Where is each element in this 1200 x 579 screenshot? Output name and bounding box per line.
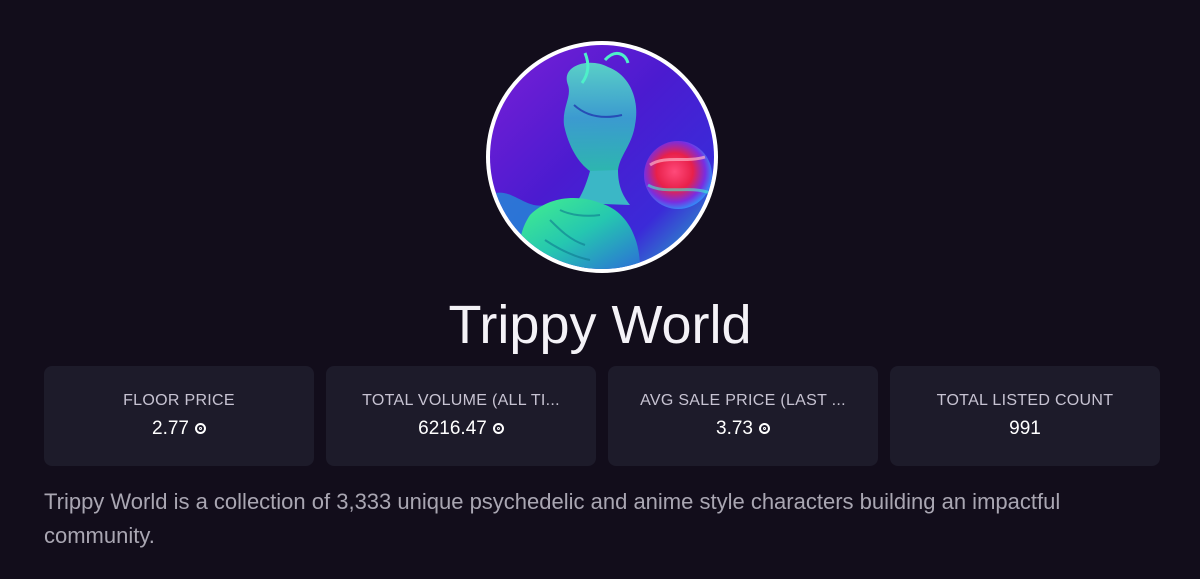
stat-card-avg-sale-price: AVG SALE PRICE (LAST ... 3.73 <box>608 366 878 466</box>
stat-value: 6216.47 <box>326 417 596 441</box>
stat-value: 991 <box>1009 418 1041 439</box>
stat-card-total-volume: TOTAL VOLUME (ALL TI... 6216.47 <box>326 366 596 466</box>
stat-label: FLOOR PRICE <box>123 392 235 409</box>
stat-label: TOTAL LISTED COUNT <box>936 392 1114 409</box>
collection-avatar-image <box>490 45 714 269</box>
stat-card-floor-price: FLOOR PRICE 2.77 <box>44 366 314 466</box>
sol-icon <box>492 423 504 434</box>
stat-card-total-listed-count: TOTAL LISTED COUNT 991 <box>890 366 1160 466</box>
sol-icon <box>758 423 770 434</box>
stats-row: FLOOR PRICE 2.77 TOTAL VOLUME (ALL TI...… <box>44 366 1160 466</box>
stat-label: TOTAL VOLUME (ALL TI... <box>362 392 560 409</box>
collection-title: Trippy World <box>448 295 752 355</box>
collection-description: Trippy World is a collection of 3,333 un… <box>44 489 1061 548</box>
collection-avatar <box>486 41 718 273</box>
stat-value: 2.77 <box>44 417 314 441</box>
stat-value: 3.73 <box>608 417 878 441</box>
sol-icon <box>194 423 206 434</box>
stat-label: AVG SALE PRICE (LAST ... <box>640 392 846 409</box>
